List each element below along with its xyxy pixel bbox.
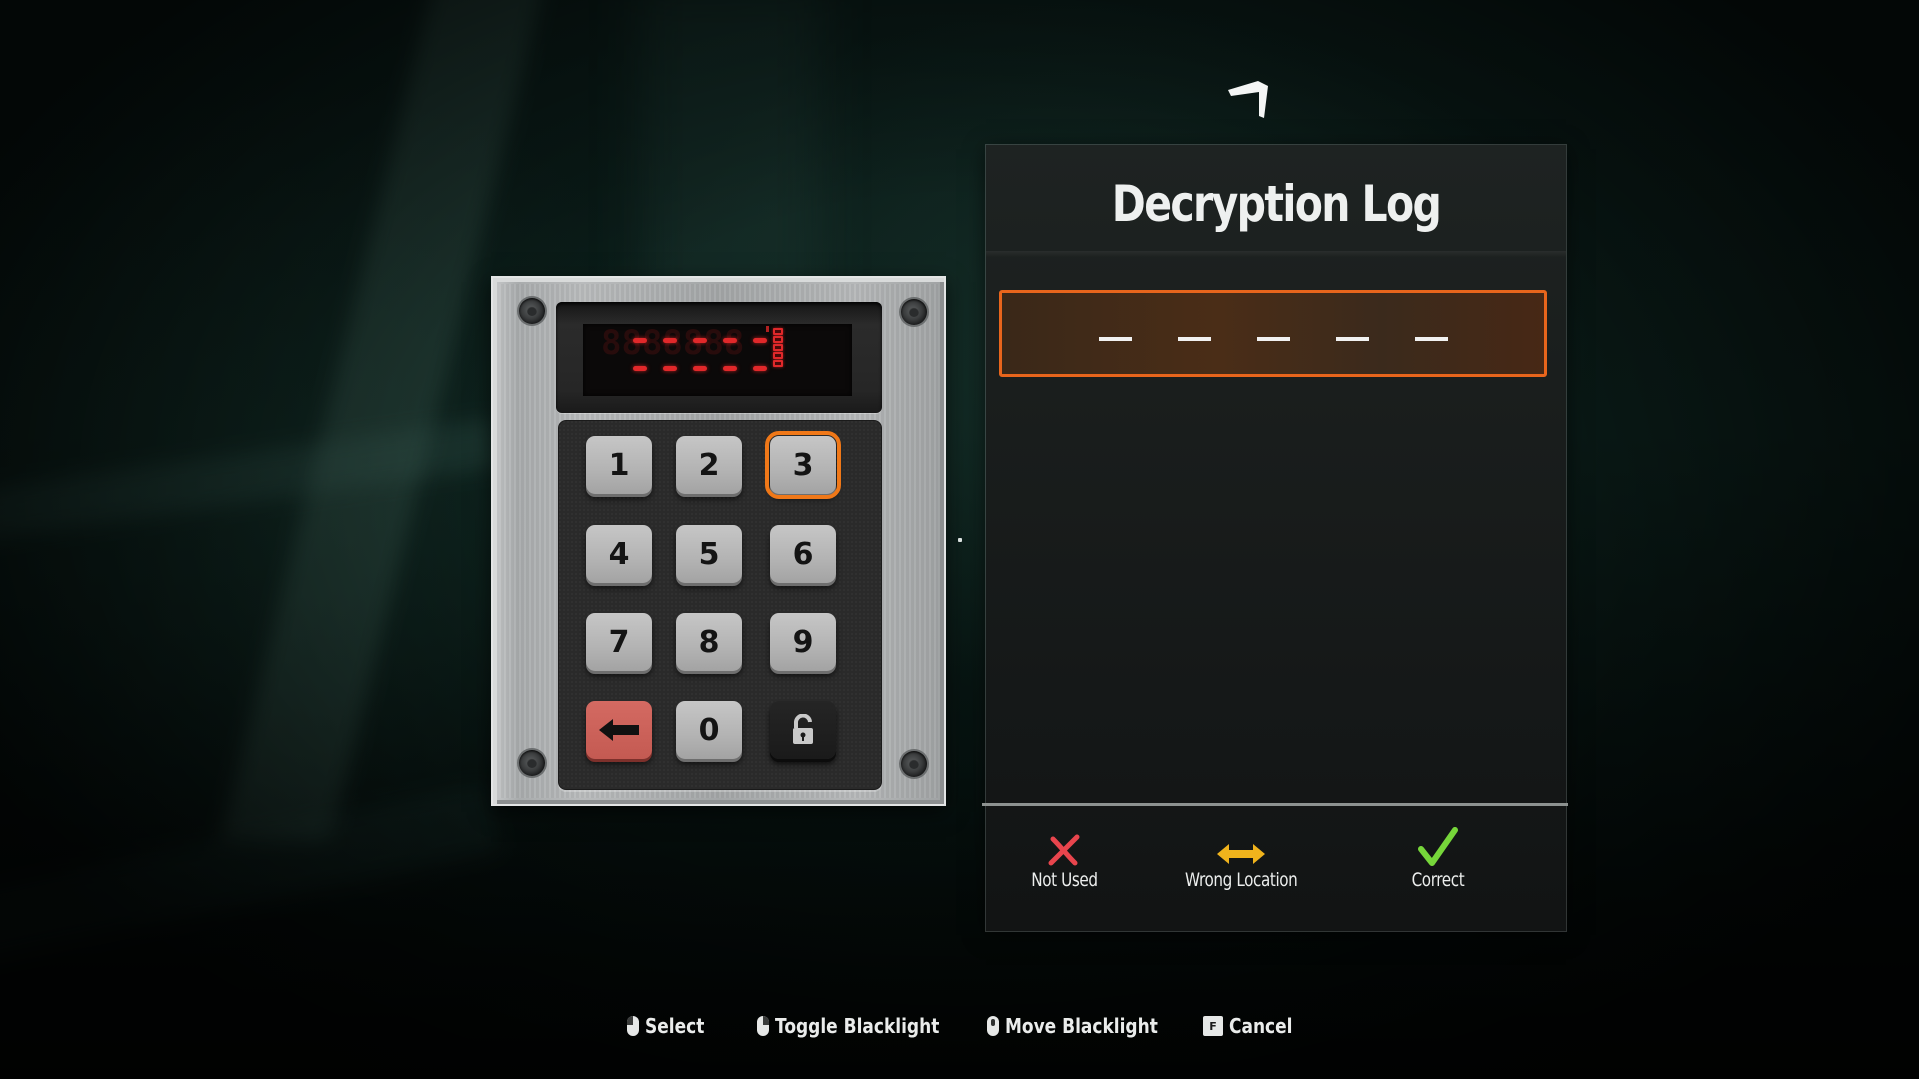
- attempt-indicator: [773, 344, 783, 351]
- key-1-button[interactable]: 1: [586, 436, 652, 494]
- led-dash: [753, 366, 767, 371]
- legend-label: Correct: [1411, 869, 1465, 891]
- legend-correct: Correct: [1338, 825, 1538, 891]
- led-dash: [693, 338, 707, 343]
- attempt-indicator-column: [766, 326, 787, 368]
- code-slot: [1256, 336, 1290, 341]
- led-dash: [693, 366, 707, 371]
- hint-label: Select: [645, 1014, 705, 1038]
- screw-icon: [901, 751, 927, 777]
- unlock-icon: [793, 714, 813, 744]
- key-6-button[interactable]: 6: [770, 525, 836, 583]
- keypad-device: 8888888 1 2 3 4 5 6 7 8 9 0: [491, 276, 946, 806]
- attempt-indicator: [773, 352, 783, 359]
- key-7-button[interactable]: 7: [586, 613, 652, 671]
- legend-divider: [982, 803, 1568, 806]
- key-label: 1: [608, 447, 630, 483]
- key-label: 3: [792, 447, 814, 483]
- x-icon: [1048, 834, 1080, 866]
- code-slot: [1177, 336, 1211, 341]
- check-icon: [1418, 827, 1458, 866]
- key-label: 2: [698, 447, 720, 483]
- hint-label: Toggle Blacklight: [775, 1014, 940, 1038]
- key-0-button[interactable]: 0: [676, 701, 742, 759]
- cursor-icon: [1228, 81, 1268, 118]
- attempt-indicator: [773, 360, 783, 367]
- key-3-button[interactable]: 3: [765, 431, 841, 499]
- key-f-icon: F: [1203, 1016, 1223, 1036]
- crosshair-dot: [958, 538, 962, 542]
- legend-not-used: Not Used: [964, 825, 1164, 891]
- code-slot: [1414, 336, 1448, 341]
- key-label: 4: [608, 536, 630, 572]
- control-hints-bar: Select Toggle Blacklight Move Blacklight…: [0, 1014, 1919, 1044]
- legend-label: Not Used: [1030, 869, 1098, 891]
- led-row-previous: [583, 360, 798, 380]
- led-display: 8888888: [583, 324, 852, 396]
- double-arrow-icon: [1217, 844, 1265, 864]
- key-label: 7: [608, 624, 630, 660]
- led-dash: [633, 366, 647, 371]
- hint-move-blacklight: Move Blacklight: [987, 1014, 1185, 1038]
- key-9-button[interactable]: 9: [770, 613, 836, 671]
- code-slot: [1098, 336, 1132, 341]
- backspace-button[interactable]: [586, 701, 652, 759]
- decryption-log-panel: Decryption Log Not Used Wrong Location C…: [982, 145, 1568, 931]
- attempt-indicator: [773, 336, 783, 343]
- led-dash: [633, 338, 647, 343]
- led-dash: [723, 338, 737, 343]
- mouse-right-click-icon: [757, 1016, 769, 1036]
- led-dash: [753, 338, 767, 343]
- key-label: 8: [698, 624, 720, 660]
- log-title: Decryption Log: [1111, 175, 1442, 233]
- led-dash: [663, 338, 677, 343]
- key-8-button[interactable]: 8: [676, 613, 742, 671]
- key-label: 6: [792, 536, 814, 572]
- unlock-button[interactable]: [770, 701, 836, 759]
- led-dash: [663, 366, 677, 371]
- led-dash: [723, 366, 737, 371]
- attempt-indicator-mark: [766, 326, 769, 332]
- key-label: 9: [792, 624, 814, 660]
- led-ghost-digits: 8888888: [601, 323, 745, 363]
- key-4-button[interactable]: 4: [586, 525, 652, 583]
- keypad-display-bezel: 8888888: [556, 302, 882, 413]
- mouse-move-icon: [987, 1016, 999, 1036]
- hint-cancel[interactable]: F Cancel: [1203, 1014, 1304, 1038]
- hint-label: Cancel: [1229, 1014, 1293, 1038]
- hint-select: Select: [627, 1014, 715, 1038]
- code-entry-field: [999, 290, 1547, 377]
- screw-icon: [519, 750, 545, 776]
- key-5-button[interactable]: 5: [676, 525, 742, 583]
- mouse-left-click-icon: [627, 1016, 639, 1036]
- legend: Not Used Wrong Location Correct: [986, 825, 1566, 925]
- hint-label: Move Blacklight: [1005, 1014, 1158, 1038]
- screw-icon: [901, 299, 927, 325]
- key-label: 0: [698, 712, 720, 748]
- legend-label: Wrong Location: [1184, 869, 1298, 891]
- legend-wrong-location: Wrong Location: [1141, 825, 1341, 891]
- key-2-button[interactable]: 2: [676, 436, 742, 494]
- led-row-entry: 8888888: [583, 326, 798, 360]
- code-slot: [1335, 336, 1369, 341]
- arrow-left-icon: [599, 719, 639, 741]
- attempt-indicator: [773, 328, 783, 335]
- key-label: 5: [698, 536, 720, 572]
- screw-icon: [519, 298, 545, 324]
- log-entries-list: [999, 390, 1547, 800]
- keypad-buttons: 1 2 3 4 5 6 7 8 9 0: [558, 420, 882, 790]
- hint-toggle-blacklight: Toggle Blacklight: [757, 1014, 968, 1038]
